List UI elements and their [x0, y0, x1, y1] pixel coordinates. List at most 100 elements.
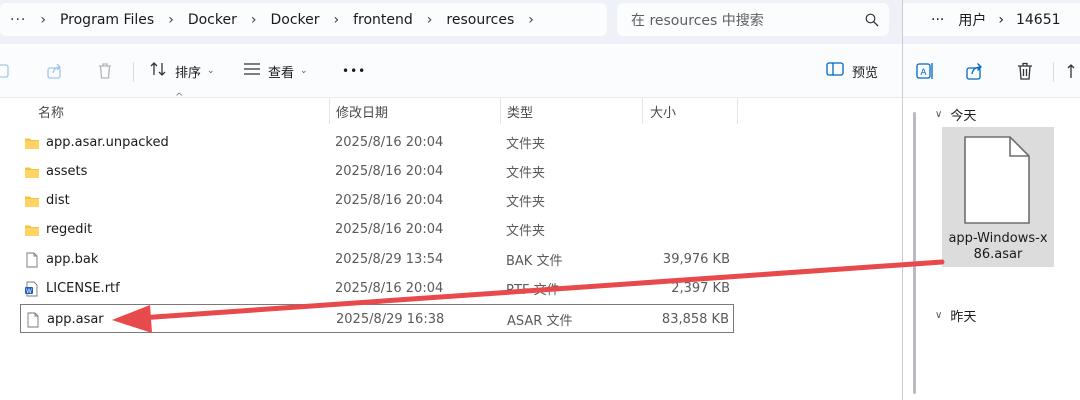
file-row[interactable]: assets 2025/8/16 20:04 文件夹 [20, 157, 734, 186]
search-box[interactable]: 在 resources 中搜索 [617, 3, 889, 36]
view-icon [243, 62, 261, 80]
file-name: assets [46, 164, 88, 179]
file-name: LICENSE.rtf [46, 281, 120, 296]
file-date: 2025/8/16 20:04 [335, 222, 444, 237]
group-header-today[interactable]: ∨ 今天 [935, 105, 976, 124]
breadcrumb-item-docker-2[interactable]: Docker [270, 12, 319, 28]
file-date: 2025/8/29 16:38 [336, 312, 445, 327]
toolbar-divider [1053, 62, 1054, 82]
word-doc-icon: W [25, 281, 38, 296]
file-name-cell: W LICENSE.rtf [24, 274, 120, 303]
file-date: 2025/8/16 20:04 [335, 164, 444, 179]
breadcrumb[interactable]: ··· 用户 › 14651 [903, 3, 1080, 36]
file-size: 2,397 KB [671, 281, 730, 296]
sort-label: 排序 [175, 65, 202, 81]
delete-icon[interactable] [1015, 44, 1035, 98]
explorer-window-left: ··· › Program Files › Docker › Docker › … [0, 0, 902, 400]
column-header-type[interactable]: 类型 [507, 98, 533, 124]
preview-button[interactable]: 预览 [826, 44, 878, 98]
file-tile-name: app-Windows-x 86.asar [942, 231, 1054, 263]
chevron-down-icon: ⌄ [207, 66, 215, 76]
breadcrumb-item-program-files[interactable]: Program Files [60, 12, 154, 28]
chevron-right-icon[interactable]: › [528, 12, 534, 28]
breadcrumb[interactable]: ··· › Program Files › Docker › Docker › … [0, 3, 607, 36]
file-row[interactable]: dist 2025/8/16 20:04 文件夹 [20, 186, 734, 215]
chevron-right-icon[interactable]: › [998, 12, 1004, 28]
file-type: ASAR 文件 [507, 314, 573, 329]
rename-icon[interactable]: A [915, 44, 935, 98]
file-type: 文件夹 [506, 137, 546, 152]
file-name-cell: app.bak [24, 245, 98, 274]
chevron-right-icon[interactable]: › [334, 12, 340, 28]
breadcrumb-overflow-button[interactable]: ··· [10, 12, 26, 28]
file-icon [26, 252, 38, 267]
share-icon[interactable] [46, 44, 64, 98]
toolbar-divider [133, 62, 134, 82]
file-size: 83,858 KB [661, 312, 729, 327]
file-row[interactable]: app.asar.unpacked 2025/8/16 20:04 文件夹 [20, 128, 734, 157]
file-date: 2025/8/16 20:04 [335, 135, 444, 150]
more-options-button[interactable]: ••• [342, 44, 366, 98]
chevron-down-icon: ⌄ [300, 66, 308, 76]
file-name: app.asar [47, 312, 104, 327]
column-divider[interactable] [329, 98, 330, 124]
folder-icon [25, 225, 39, 236]
chevron-right-icon[interactable]: › [168, 12, 174, 28]
file-size: 39,976 KB [662, 252, 730, 267]
group-label: 昨天 [950, 310, 977, 325]
file-tile-selected[interactable]: app-Windows-x 86.asar [942, 127, 1054, 267]
file-type: 文件夹 [506, 224, 546, 239]
column-header-date[interactable]: 修改日期 [336, 98, 388, 124]
scrollbar[interactable] [913, 112, 916, 394]
folder-icon [25, 167, 39, 178]
file-name-cell: regedit [24, 215, 92, 244]
svg-text:W: W [26, 288, 32, 295]
column-divider[interactable] [500, 98, 501, 124]
chevron-right-icon[interactable]: › [251, 12, 257, 28]
breadcrumb-overflow-button[interactable]: ··· [931, 12, 944, 28]
file-date: 2025/8/16 20:04 [335, 193, 444, 208]
explorer-window-right: ··· 用户 › 14651 A ∨ 今天 app-Windows-x 86.a… [903, 0, 1080, 400]
sort-button[interactable]: 排序 ⌄ [150, 44, 215, 98]
sort-icon [150, 61, 168, 81]
file-type: 文件夹 [506, 195, 546, 210]
file-name: regedit [46, 222, 93, 237]
breadcrumb-item-users[interactable]: 用户 [958, 10, 986, 30]
chevron-right-icon[interactable]: › [427, 12, 433, 28]
view-button[interactable]: 查看 ⌄ [243, 44, 308, 98]
breadcrumb-item-user-folder[interactable]: 14651 [1016, 12, 1061, 28]
column-header-row: 名称 ^ 修改日期 类型 大小 [0, 92, 902, 124]
column-header-name[interactable]: 名称 [38, 98, 64, 124]
search-icon[interactable] [855, 13, 889, 27]
file-type: 文件夹 [506, 166, 546, 181]
file-icon [27, 312, 39, 327]
file-date: 2025/8/16 20:04 [335, 281, 444, 296]
share-icon[interactable] [965, 44, 985, 98]
file-tile-name-line1: app-Windows-x [948, 231, 1048, 246]
file-name-cell: app.asar.unpacked [24, 128, 169, 157]
command-bar: 排序 ⌄ 查看 ⌄ ••• 预览 [0, 44, 902, 98]
sort-icon[interactable] [1067, 44, 1079, 98]
breadcrumb-item-resources[interactable]: resources [446, 12, 514, 28]
folder-icon [25, 138, 39, 149]
file-row[interactable]: app.bak 2025/8/29 13:54 BAK 文件 39,976 KB [20, 245, 734, 274]
search-input[interactable]: 在 resources 中搜索 [631, 10, 855, 30]
rename-icon[interactable] [0, 44, 12, 98]
group-header-yesterday[interactable]: ∨ 昨天 [935, 306, 976, 325]
delete-icon[interactable] [96, 44, 114, 98]
file-name-cell: assets [24, 157, 87, 186]
file-row[interactable]: regedit 2025/8/16 20:04 文件夹 [20, 215, 734, 244]
column-header-size[interactable]: 大小 [650, 98, 676, 124]
chevron-right-icon: › [40, 11, 46, 28]
view-label: 查看 [268, 65, 295, 81]
file-row-selected[interactable]: app.asar 2025/8/29 16:38 ASAR 文件 83,858 … [20, 304, 734, 333]
file-type: BAK 文件 [506, 254, 563, 269]
column-divider[interactable] [642, 98, 643, 124]
file-row[interactable]: W LICENSE.rtf 2025/8/16 20:04 RTF 文件 2,3… [20, 274, 734, 303]
address-bar-area: ··· 用户 › 14651 [903, 0, 1080, 44]
file-name-cell: app.asar [25, 305, 104, 334]
column-divider[interactable] [737, 98, 738, 124]
breadcrumb-item-docker[interactable]: Docker [188, 12, 237, 28]
breadcrumb-item-frontend[interactable]: frontend [353, 12, 413, 28]
file-date: 2025/8/29 13:54 [335, 252, 444, 267]
